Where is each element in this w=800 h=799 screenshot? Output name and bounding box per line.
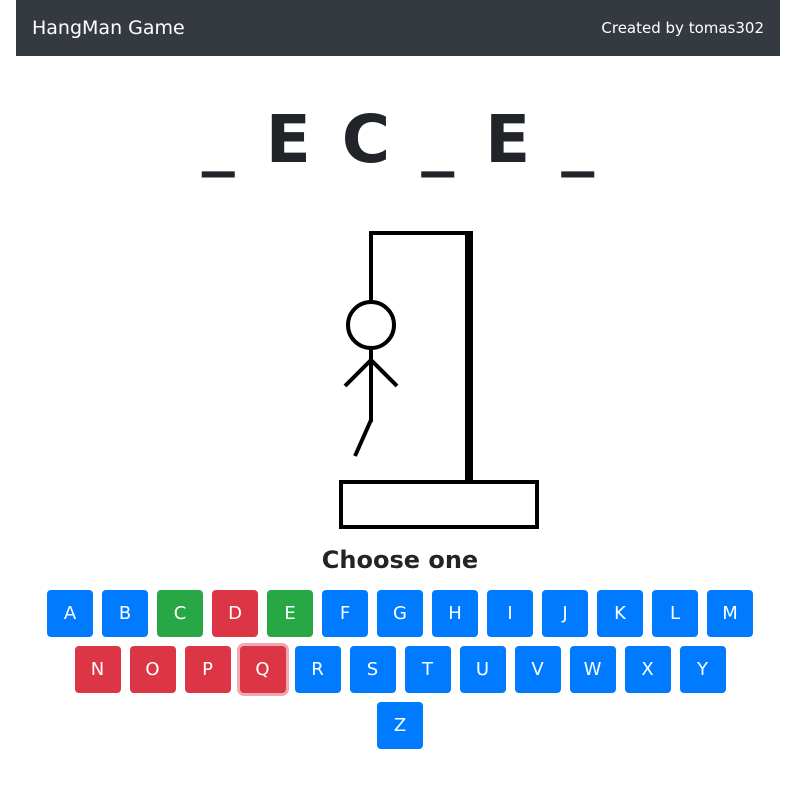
hangman-page: HangMan Game Created by tomas302 _ E C _… — [0, 0, 800, 799]
hangman-head — [346, 300, 396, 350]
letter-button-e[interactable]: E — [267, 590, 313, 637]
navbar: HangMan Game Created by tomas302 — [16, 0, 780, 56]
letter-button-s[interactable]: S — [349, 646, 396, 693]
letter-button-t[interactable]: T — [404, 646, 451, 693]
keyboard-row: NOPQRSTUVWXY — [0, 646, 800, 693]
letter-button-m[interactable]: M — [707, 590, 753, 637]
letter-button-a[interactable]: A — [47, 590, 93, 637]
letter-button-n[interactable]: N — [74, 646, 121, 693]
keyboard-row: Z — [0, 702, 800, 749]
choose-prompt: Choose one — [321, 546, 479, 574]
navbar-brand[interactable]: HangMan Game — [32, 17, 185, 39]
hangman-figure — [343, 300, 399, 457]
letter-button-q[interactable]: Q — [239, 646, 286, 693]
letter-button-c[interactable]: C — [157, 590, 203, 637]
letter-button-o[interactable]: O — [129, 646, 176, 693]
letter-button-r[interactable]: R — [294, 646, 341, 693]
letter-button-i[interactable]: I — [487, 590, 533, 637]
letter-button-f[interactable]: F — [322, 590, 368, 637]
hangman-leg-left — [353, 419, 373, 457]
letter-button-k[interactable]: K — [597, 590, 643, 637]
letter-button-g[interactable]: G — [377, 590, 423, 637]
letter-button-x[interactable]: X — [624, 646, 671, 693]
hangman-arm-left — [343, 358, 373, 388]
letter-button-w[interactable]: W — [569, 646, 616, 693]
letter-button-l[interactable]: L — [652, 590, 698, 637]
keyboard-row: ABCDEFGHIJKLM — [0, 590, 800, 637]
letter-button-j[interactable]: J — [542, 590, 588, 637]
letter-button-d[interactable]: D — [212, 590, 258, 637]
word-display: _ E C _ E _ — [201, 101, 599, 178]
hangman-arm-right — [369, 358, 399, 388]
navbar-credit: Created by tomas302 — [601, 19, 764, 37]
hangman-drawing — [339, 231, 539, 529]
letter-button-z[interactable]: Z — [377, 702, 423, 749]
letter-button-y[interactable]: Y — [679, 646, 726, 693]
gallows-base — [339, 480, 539, 529]
letter-keyboard: ABCDEFGHIJKLM NOPQRSTUVWXY Z — [0, 590, 800, 758]
letter-button-u[interactable]: U — [459, 646, 506, 693]
letter-button-h[interactable]: H — [432, 590, 478, 637]
letter-button-p[interactable]: P — [184, 646, 231, 693]
letter-button-b[interactable]: B — [102, 590, 148, 637]
letter-button-v[interactable]: V — [514, 646, 561, 693]
